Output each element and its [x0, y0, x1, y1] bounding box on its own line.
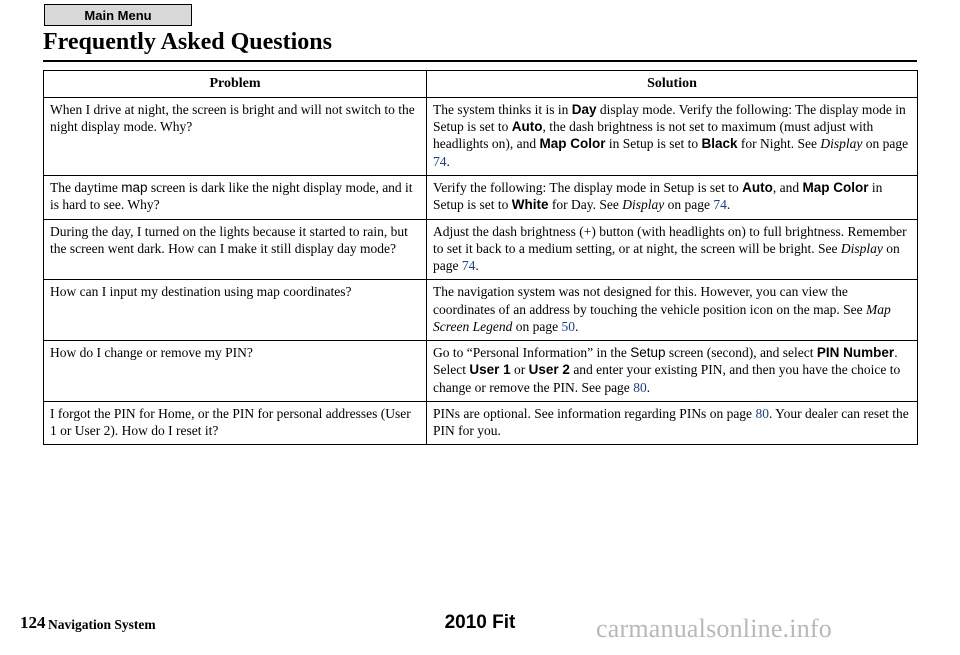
page-reference-link[interactable]: 80 [755, 406, 769, 421]
faq-problem-cell: The daytime map screen is dark like the … [43, 174, 427, 220]
column-header-solution: Solution [426, 70, 918, 98]
manual-page: Main Menu Frequently Asked Questions Pro… [0, 0, 960, 655]
faq-table-body: When I drive at night, the screen is bri… [43, 96, 918, 446]
faq-solution-cell: PINs are optional. See information regar… [426, 400, 918, 446]
faq-solution-cell: The navigation system was not designed f… [426, 279, 918, 342]
table-row: How do I change or remove my PIN? Go to “… [43, 340, 918, 402]
faq-problem-cell: How can I input my destination using map… [43, 279, 427, 342]
faq-solution-cell: The system thinks it is in Day display m… [426, 96, 918, 176]
faq-solution-cell: Verify the following: The display mode i… [426, 174, 918, 220]
page-reference-link[interactable]: 80 [633, 380, 647, 395]
faq-solution-cell: Go to “Personal Information” in the Setu… [426, 340, 918, 402]
table-row: I forgot the PIN for Home, or the PIN fo… [43, 400, 918, 446]
faq-problem-cell: During the day, I turned on the lights b… [43, 218, 427, 281]
table-row: How can I input my destination using map… [43, 279, 918, 342]
column-header-problem: Problem [43, 70, 427, 98]
faq-solution-cell: Adjust the dash brightness (+) button (w… [426, 218, 918, 281]
page-reference-link[interactable]: 74 [462, 258, 476, 273]
title-divider [43, 60, 917, 62]
table-header-row: Problem Solution [43, 70, 918, 98]
page-title: Frequently Asked Questions [43, 29, 332, 55]
table-row: During the day, I turned on the lights b… [43, 218, 918, 281]
faq-table: Problem Solution When I drive at night, … [43, 70, 918, 446]
page-reference-link[interactable]: 74 [433, 154, 447, 169]
faq-problem-cell: When I drive at night, the screen is bri… [43, 96, 427, 176]
faq-problem-cell: How do I change or remove my PIN? [43, 340, 427, 402]
main-menu-tab[interactable]: Main Menu [44, 4, 192, 26]
main-menu-tab-label: Main Menu [84, 7, 152, 23]
page-reference-link[interactable]: 50 [561, 319, 575, 334]
table-row: When I drive at night, the screen is bri… [43, 96, 918, 176]
page-reference-link[interactable]: 74 [713, 197, 727, 212]
watermark-text: carmanualsonline.info [596, 614, 832, 643]
faq-problem-cell: I forgot the PIN for Home, or the PIN fo… [43, 400, 427, 446]
table-row: The daytime map screen is dark like the … [43, 174, 918, 220]
